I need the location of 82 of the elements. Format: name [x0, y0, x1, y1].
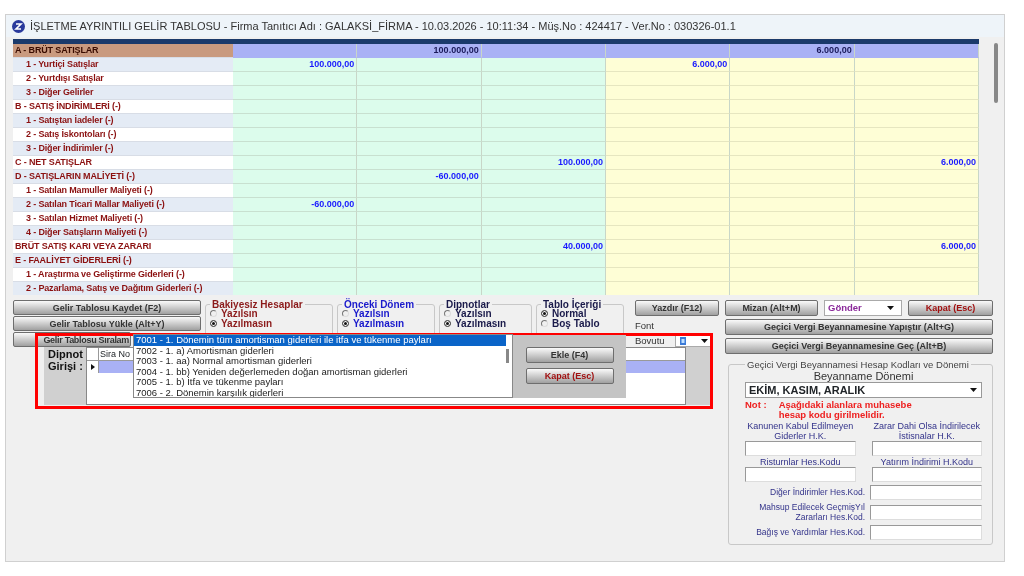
radio-button[interactable]: [541, 310, 548, 318]
row-label[interactable]: 2 - Pazarlama, Satış ve Dağıtım Giderleri (-): [13, 282, 233, 295]
radio-label: Normal: [552, 309, 587, 319]
field-label: Risturnlar Hes.Kodu: [758, 457, 842, 467]
field-label: Mahsup Edilecek GeçmişYıl Zararları Hes.Kod.: [758, 503, 865, 522]
row-label[interactable]: E - FAALİYET GİDERLERİ (-): [13, 254, 233, 268]
field-label: Yatırım İndirimi H.Kodu: [879, 457, 974, 467]
input-field[interactable]: [745, 467, 856, 482]
input-field[interactable]: [870, 505, 982, 520]
app-icon: [12, 19, 25, 33]
radio-label: Yazılmasın: [455, 318, 507, 328]
action-button[interactable]: Geçici Vergi Beyannamesine Yapıştır (Alt+G): [725, 319, 993, 335]
group-title: Geçici Vergi Beyannamesi Hesap Kodları ve Dönemi: [746, 359, 970, 370]
input-field[interactable]: [871, 441, 982, 456]
send-dropdown[interactable]: Gönder: [824, 300, 902, 316]
list-item[interactable]: 7001 - 1. Dönemin tüm amortisman giderleri ile itfa ve tükenme payları: [134, 335, 506, 346]
input-field[interactable]: [745, 441, 856, 456]
row-label[interactable]: 2 - Satılan Ticari Mallar Maliyeti (-): [13, 198, 233, 212]
group-title: Önceki Dönem: [343, 300, 416, 309]
caret-icon: [887, 306, 894, 310]
row-label[interactable]: 3 - Diğer Gelirler: [13, 86, 233, 100]
select-value: EKİM, KASIM, ARALIK: [749, 382, 866, 398]
window-title: İŞLETME AYRINTILI GELİR TABLOSU - Firma Tanıtıcı Adı : GALAKSİ_FİRMA - 10.03.2026 - 10:11:34 - Müş.No : 424417 - Ver.No : 030326-01.1: [30, 18, 736, 34]
row-label[interactable]: 4 - Diğer Satışların Maliyeti (-): [13, 226, 233, 240]
radio-button[interactable]: [444, 319, 451, 327]
table-cell: 6.000,00: [730, 44, 855, 58]
table-cell: 100.000,00: [357, 44, 482, 58]
row-pointer-icon: [90, 364, 95, 370]
input-field[interactable]: [870, 485, 982, 500]
group-title: Dipnotlar: [445, 300, 490, 309]
code-list[interactable]: [133, 334, 513, 398]
table-cell: -60.000,00: [233, 198, 358, 212]
table-cell: 6.000,00: [854, 156, 979, 170]
group-title: Tablo İçeriği: [542, 300, 603, 309]
list-item[interactable]: 7005 - 1. b) İtfa ve tükenme payları: [134, 377, 506, 388]
radio-label: Yazılmasın: [221, 318, 273, 328]
row-label[interactable]: 3 - Diğer İndirimler (-): [13, 142, 233, 156]
row-label[interactable]: A - BRÜT SATIŞLAR: [13, 44, 233, 58]
list-item[interactable]: 7004 - 1. bb) Yeniden değerlemeden doğan amortisman giderleri: [134, 366, 506, 377]
toolbar-button[interactable]: Yazdır (F12): [635, 300, 719, 316]
note-label: Not :: [745, 400, 767, 412]
table-cell: -60.000,00: [357, 170, 482, 184]
radio-label: Yazılsın: [353, 309, 390, 319]
scrollbar[interactable]: [994, 43, 998, 103]
caret-icon: [970, 388, 977, 392]
popup-button[interactable]: Kapat (Esc): [525, 368, 614, 384]
radio-label: Yazılsın: [221, 309, 258, 319]
table-button[interactable]: Gelir Tablosu Yükle (Alt+Y): [13, 316, 201, 331]
font-icon: [680, 337, 686, 345]
note-text: Aşağıdaki alanlara muhasebe hesap kodu girilmelidir.: [778, 400, 913, 420]
table-cell: 100.000,00: [481, 156, 606, 170]
input-field[interactable]: [870, 525, 982, 540]
table-cell: 6.000,00: [854, 240, 979, 254]
row-label[interactable]: D - SATIŞLARIN MALİYETİ (-): [13, 170, 233, 184]
field-label: Dipnot Girişi :: [48, 348, 84, 372]
period-select[interactable]: EKİM, KASIM, ARALIK: [745, 382, 982, 398]
radio-button[interactable]: [342, 319, 349, 327]
caret-icon: [701, 339, 708, 343]
table-cell: 100.000,00: [233, 58, 358, 72]
font-size-label: Font Bovutu: [635, 319, 666, 348]
field-label: Zarar Dahi Olsa İndirilecek İstisnalar H.K.: [872, 421, 981, 441]
popup-button[interactable]: Ekle (F4): [525, 347, 614, 363]
dropdown-value: Gönder: [828, 301, 862, 315]
row-label[interactable]: 1 - Yurtiçi Satışlar: [13, 58, 233, 72]
period-label: Beyanname Dönemi: [812, 370, 915, 382]
scrollbar[interactable]: [506, 349, 509, 363]
table-cell: 40.000,00: [481, 240, 606, 254]
toolbar-button[interactable]: Mizan (Alt+M): [725, 300, 818, 316]
action-button[interactable]: Geçici Vergi Beyannamesine Geç (Alt+B): [725, 338, 993, 354]
input-field[interactable]: [871, 467, 982, 482]
group-title: Bakiyesiz Hesaplar: [211, 300, 304, 309]
table-button[interactable]: Gelir Tablosu Kaydet (F2): [13, 300, 201, 315]
field-label: Bağış ve Yardımlar Hes.Kod.: [755, 527, 865, 538]
row-label[interactable]: 1 - Satıştan İadeler (-): [13, 114, 233, 128]
field-label: Diğer İndirimler Hes.Kod.: [769, 487, 865, 498]
field-label: Kanunen Kabul Edilmeyen Giderler H.K.: [746, 421, 855, 441]
radio-label: Boş Tablo: [552, 318, 600, 328]
list-item[interactable]: 7006 - 2. Dönemin karşılık giderleri: [134, 387, 506, 397]
toolbar-button[interactable]: Kapat (Esc): [908, 300, 993, 316]
table-cell: 6.000,00: [606, 58, 731, 72]
radio-label: Yazılsın: [455, 309, 492, 319]
radio-label: Yazılmasın: [353, 318, 405, 328]
